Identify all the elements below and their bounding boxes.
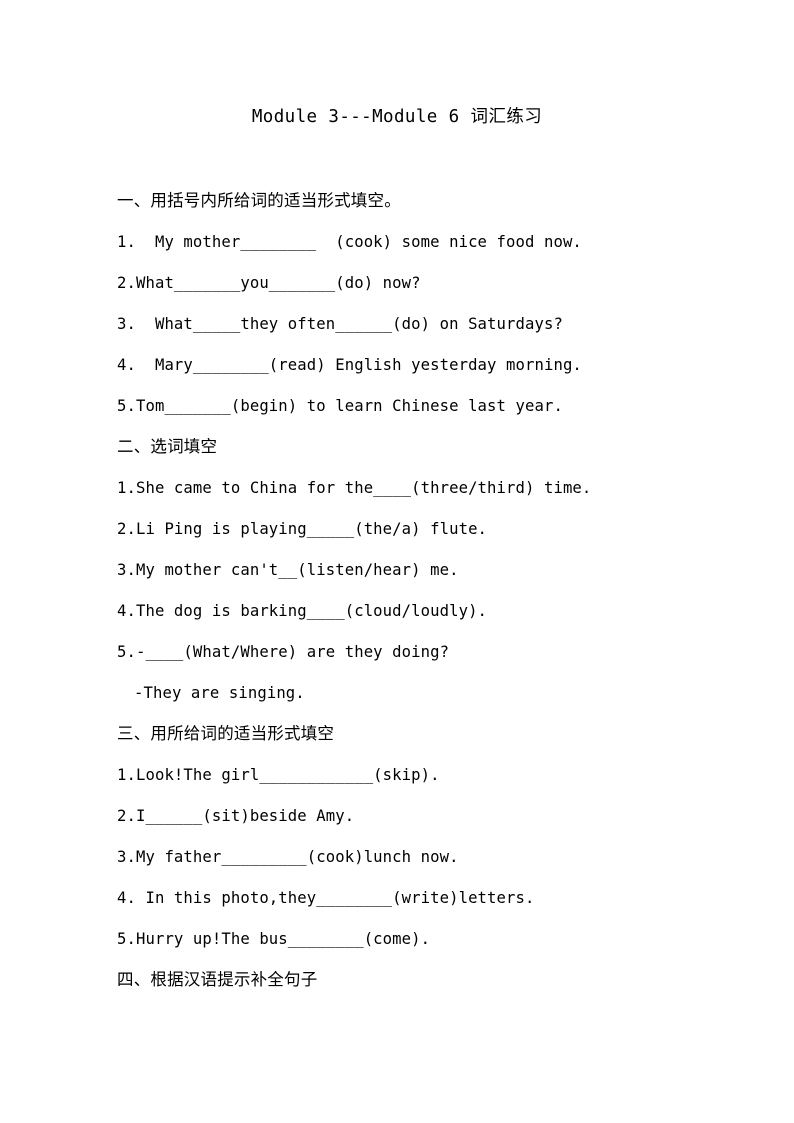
exercise-item: 2.I______(sit)beside Amy. (117, 807, 355, 825)
exercise-item: 4.The dog is barking____(cloud/loudly). (117, 602, 488, 620)
exercise-item-answer: -They are singing. (134, 684, 305, 702)
exercise-item: 5.-____(What/Where) are they doing? (117, 643, 450, 661)
section-heading-2: 二、选词填空 (117, 437, 218, 456)
worksheet-body: 一、用括号内所给词的适当形式填空。 1. My mother________ (… (117, 186, 717, 1006)
exercise-item: 2.What_______you_______(do) now? (117, 274, 421, 292)
document-page: Module 3---Module 6 词汇练习 一、用括号内所给词的适当形式填… (0, 0, 794, 1123)
exercise-item: 4. In this photo,they________(write)lett… (117, 889, 535, 907)
page-title: Module 3---Module 6 词汇练习 (251, 107, 543, 127)
exercise-item: 1.Look!The girl____________(skip). (117, 766, 440, 784)
exercise-item: 5.Tom_______(begin) to learn Chinese las… (117, 397, 563, 415)
exercise-item: 1.She came to China for the____(three/th… (117, 479, 592, 497)
exercise-item: 2.Li Ping is playing_____(the/a) flute. (117, 520, 488, 538)
exercise-item: 3. What_____they often______(do) on Satu… (117, 315, 563, 333)
exercise-item: 1. My mother________ (cook) some nice fo… (117, 233, 582, 251)
exercise-item: 3.My mother can't__(listen/hear) me. (117, 561, 459, 579)
exercise-item: 4. Mary________(read) English yesterday … (117, 356, 582, 374)
section-heading-1: 一、用括号内所给词的适当形式填空。 (117, 191, 401, 210)
exercise-item: 5.Hurry up!The bus________(come). (117, 930, 431, 948)
section-heading-4: 四、根据汉语提示补全句子 (117, 970, 318, 989)
section-heading-3: 三、用所给词的适当形式填空 (117, 724, 335, 743)
exercise-item: 3.My father_________(cook)lunch now. (117, 848, 459, 866)
